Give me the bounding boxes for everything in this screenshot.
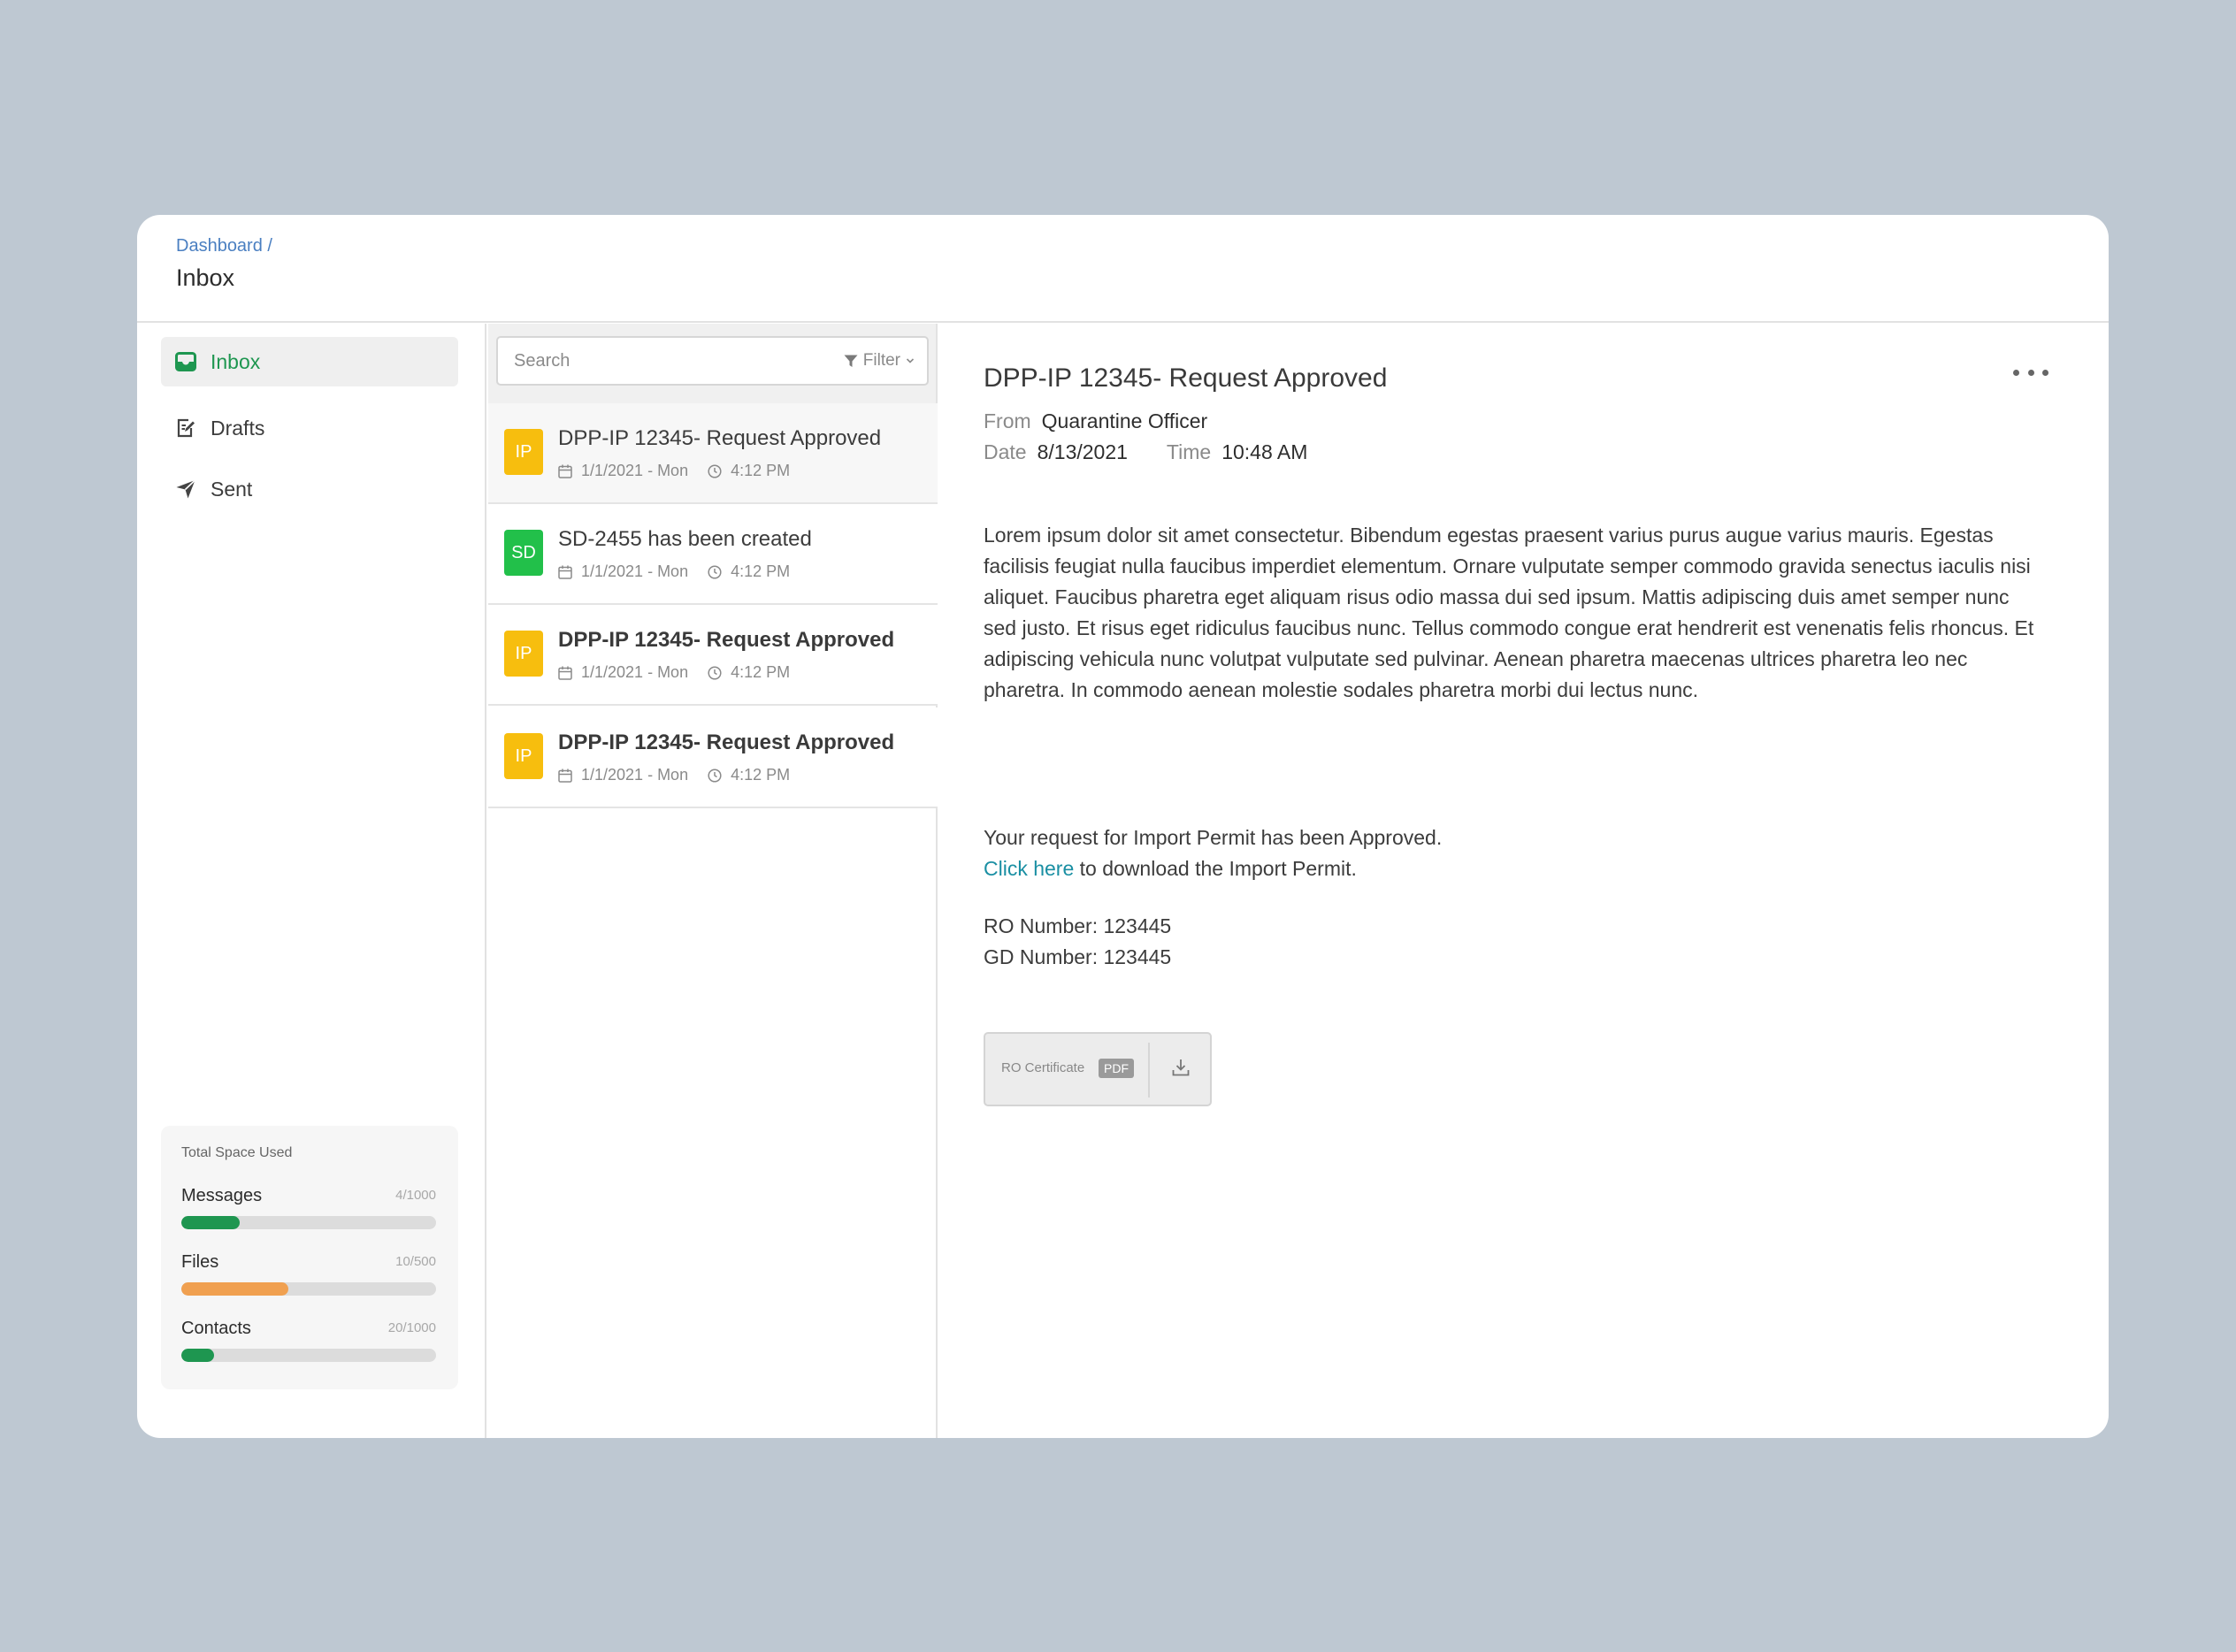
approval-text: Your request for Import Permit has been … [984,826,1443,849]
message-time: 4:12 PM [731,663,791,681]
more-dots-icon [2013,369,2019,376]
download-line: Click here to download the Import Permit… [984,857,1357,881]
gd-number: GD Number: 123445 [984,945,1172,968]
usage-bar [181,1349,436,1362]
sidebar-item-inbox[interactable]: Inbox [161,337,458,386]
message-list-panel: Filter IP DPP-IP 12345- Request Approved… [488,324,938,1438]
attachment-name: RO Certificate [1001,1060,1085,1075]
usage-count: 20/1000 [387,1320,436,1335]
usage-label: Messages [181,1186,263,1205]
message-time: 4:12 PM [731,766,791,784]
message-list-item[interactable]: IP DPP-IP 12345- Request Approved 1/1/20… [488,707,938,808]
list-toolbar: Filter [488,324,936,403]
ro-number: RO Number: 123445 [984,914,1172,937]
message-time: 4:12 PM [731,462,791,479]
download-line-suffix: to download the Import Permit. [1074,857,1357,880]
from-label: From [984,409,1031,432]
storage-usage-panel: Total Space Used Messages 4/1000 Files 1… [161,1126,458,1389]
message-meta: 1/1/2021 - Mon 4:12 PM [558,663,790,682]
usage-bar-fill [181,1216,241,1229]
filter-icon [844,354,858,368]
message-from-row: From Quarantine Officer [984,409,1207,433]
date-value: 8/13/2021 [1037,440,1128,463]
usage-bar [181,1216,436,1229]
download-attachment-button[interactable] [1150,1034,1212,1105]
usage-bar-fill [181,1282,288,1296]
download-link[interactable]: Click here [984,857,1074,880]
message-meta: 1/1/2021 - Mon 4:12 PM [558,766,790,784]
message-meta: 1/1/2021 - Mon 4:12 PM [558,562,790,581]
message-date: 1/1/2021 - Mon [581,663,689,681]
search-box: Filter [496,336,929,386]
file-type-badge: PDF [1099,1059,1134,1078]
clock-icon [708,665,722,680]
message-list-item[interactable]: IP DPP-IP 12345- Request Approved 1/1/20… [488,403,938,504]
usage-count: 10/500 [395,1254,436,1269]
message-list-item[interactable]: IP DPP-IP 12345- Request Approved 1/1/20… [488,605,938,706]
more-options-button[interactable] [2013,363,2048,382]
usage-bar-fill [181,1349,215,1362]
message-subject: DPP-IP 12345- Request Approved [558,730,895,754]
page-title: Inbox [176,264,235,291]
inbox-icon [173,349,198,374]
message-meta: 1/1/2021 - Mon 4:12 PM [558,462,790,480]
send-icon [173,477,198,501]
chevron-down-icon [906,357,915,364]
more-dots-icon [2027,369,2034,376]
inbox-window: Dashboard / Inbox Inbox Drafts Sent Tota… [137,215,2109,1438]
clock-icon [708,564,722,579]
message-detail-panel: DPP-IP 12345- Request Approved From Quar… [939,324,2109,1438]
calendar-icon [558,565,572,579]
sidebar-item-label: Drafts [211,416,265,440]
message-body: Lorem ipsum dolor sit amet consectetur. … [984,524,2034,701]
usage-count: 4/1000 [395,1188,436,1203]
usage-label: Contacts [181,1319,251,1338]
breadcrumb-dashboard-link[interactable]: Dashboard / [176,236,272,256]
usage-bar [181,1282,436,1296]
date-label: Date [984,440,1027,463]
message-time: 4:12 PM [731,562,791,580]
message-date: 1/1/2021 - Mon [581,562,689,580]
filter-button[interactable]: Filter [844,338,915,384]
message-date: 1/1/2021 - Mon [581,462,689,479]
download-icon [1171,1058,1191,1082]
more-dots-icon [2042,369,2048,376]
calendar-icon [558,666,572,680]
calendar-icon [558,769,572,783]
message-subject: SD-2455 has been created [558,527,812,551]
usage-label: Files [181,1252,219,1272]
clock-icon [708,463,722,478]
filter-label: Filter [862,351,900,370]
calendar-icon [558,464,572,478]
sidebar-item-sent[interactable]: Sent [161,464,458,514]
drafts-icon [173,416,198,440]
time-label: Time [1166,440,1212,463]
usage-files: Files 10/500 [181,1252,436,1305]
message-subject: DPP-IP 12345- Request Approved [558,426,882,450]
message-subject: DPP-IP 12345- Request Approved [558,628,895,652]
message-list-item[interactable]: SD SD-2455 has been created 1/1/2021 - M… [488,504,938,605]
message-detail-subject: DPP-IP 12345- Request Approved [984,363,1388,393]
usage-messages: Messages 4/1000 [181,1186,436,1239]
page-header: Dashboard / Inbox [137,215,2109,323]
sidebar-item-drafts[interactable]: Drafts [161,403,458,453]
avatar: IP [504,631,543,677]
time-value: 10:48 AM [1221,440,1308,463]
message-date-row: Date 8/13/2021 Time 10:48 AM [984,440,1307,464]
attachment-card: RO Certificate PDF [984,1032,1212,1106]
avatar: IP [504,429,543,475]
usage-contacts: Contacts 20/1000 [181,1319,436,1372]
search-input[interactable] [514,338,806,384]
clock-icon [708,768,722,783]
avatar: IP [504,733,543,779]
avatar: SD [504,530,543,576]
storage-title: Total Space Used [181,1145,293,1160]
message-date: 1/1/2021 - Mon [581,766,689,784]
sidebar: Inbox Drafts Sent Total Space Used Messa… [137,324,486,1438]
from-value: Quarantine Officer [1041,409,1208,432]
sidebar-item-label: Inbox [211,349,261,373]
sidebar-item-label: Sent [211,477,253,501]
